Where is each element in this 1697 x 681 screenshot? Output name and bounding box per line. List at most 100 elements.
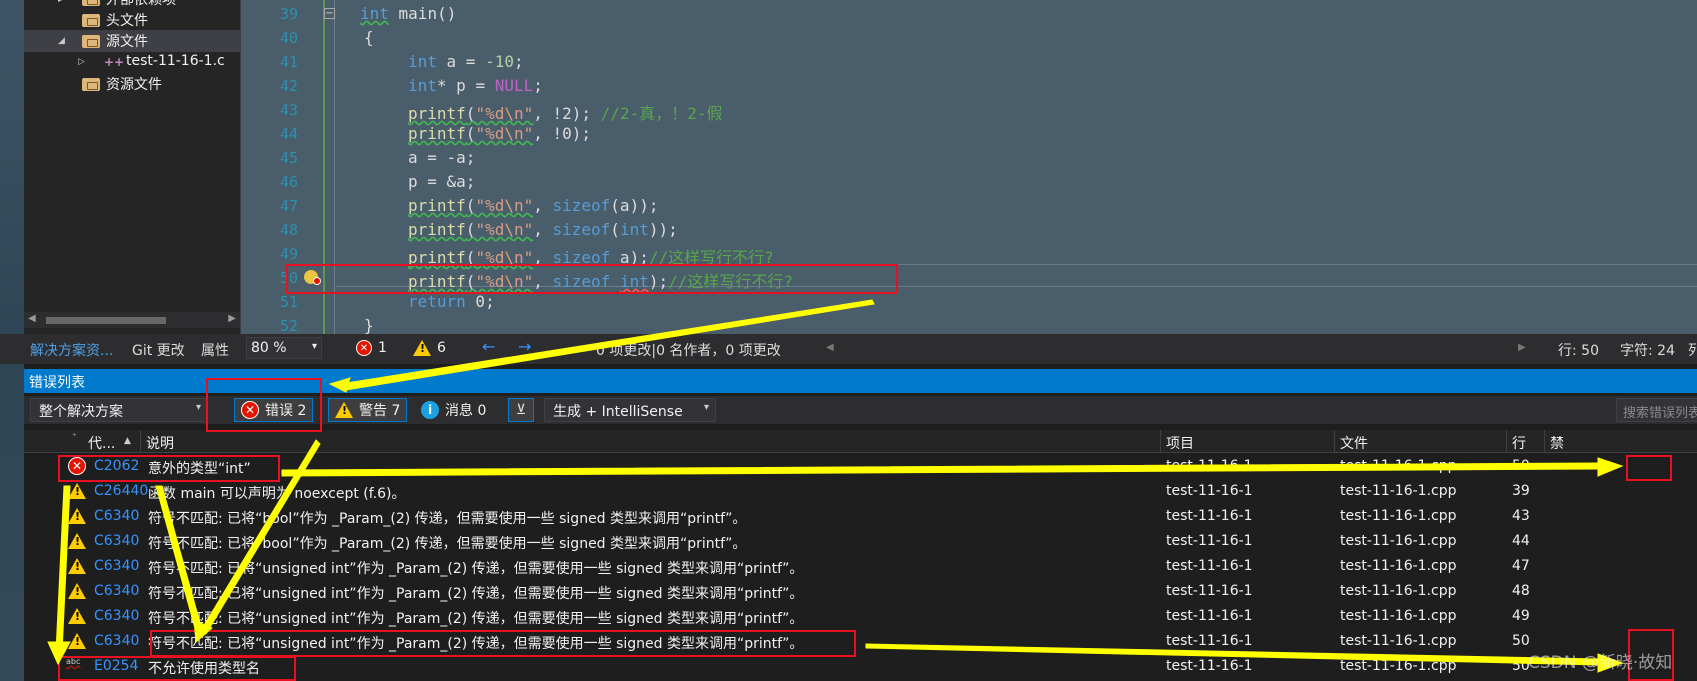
tree-item-source-files[interactable]: ◢ 源文件 <box>24 30 240 52</box>
messages-filter-button[interactable]: i 消息 0 <box>414 398 493 422</box>
error-description: 符号不匹配: 已将“unsigned int”作为 _Param_(2) 传递，… <box>148 636 804 652</box>
warnings-filter-button[interactable]: 警告 7 <box>328 398 408 422</box>
error-search-input[interactable]: 搜索错误列表 <box>1616 398 1697 422</box>
error-project: test-11-16-1 <box>1166 608 1253 624</box>
codelens-changes[interactable]: 0 项更改|0 名作者，0 项更改 <box>596 340 781 360</box>
line-number: 46 <box>279 173 298 191</box>
code-line-51: return 0; <box>408 292 495 311</box>
warning-row[interactable]: C26440 函数 main 可以声明为 noexcept (f.6)。 tes… <box>24 479 1697 504</box>
warning-row[interactable]: C6340 符号不匹配: 已将“bool”作为 _Param_(2) 传递，但需… <box>24 504 1697 529</box>
scroll-right-icon[interactable]: ▶ <box>1518 342 1526 353</box>
error-list-titlebar[interactable]: 错误列表 <box>24 369 1697 393</box>
tab-git-changes[interactable]: Git 更改 <box>132 340 185 360</box>
error-line: 47 <box>1512 558 1530 574</box>
line-number: 42 <box>279 77 298 95</box>
column-header-file[interactable]: 文件 <box>1340 433 1368 453</box>
column-divider[interactable] <box>1506 430 1507 453</box>
code-line-47: printf("%d\n", sizeof(a)); <box>408 196 659 215</box>
column-header-project[interactable]: 项目 <box>1166 433 1194 453</box>
messages-filter-label: 消息 0 <box>445 403 487 419</box>
cpp-file-icon: ++ <box>104 55 125 69</box>
line-number: 50 <box>279 269 298 287</box>
tree-item-header-files[interactable]: 头文件 <box>24 9 240 31</box>
error-code-link[interactable]: E0254 <box>94 658 138 674</box>
collapse-toggle-icon[interactable]: − <box>324 8 335 19</box>
tree-item-source-file[interactable]: ▷ ++ test-11-16-1.c <box>24 52 240 74</box>
solution-explorer-scrollbar[interactable]: ◀ ▶ <box>24 312 240 328</box>
warning-icon <box>68 483 86 499</box>
warning-count-indicator[interactable]: 6 <box>413 340 446 356</box>
error-file: test-11-16-1.cpp <box>1340 558 1457 574</box>
warning-row[interactable]: C6340 符号不匹配: 已将“unsigned int”作为 _Param_(… <box>24 554 1697 579</box>
column-divider[interactable] <box>1544 430 1545 453</box>
error-list-title: 错误列表 <box>29 375 85 391</box>
column-divider[interactable] <box>1160 430 1161 453</box>
outline-guide <box>334 0 335 334</box>
errors-filter-button[interactable]: ✕ 错误 2 <box>234 398 314 422</box>
line-number: 43 <box>279 101 298 119</box>
error-row[interactable]: ✕ C2062 意外的类型“int” test-11-16-1 test-11-… <box>24 454 1697 479</box>
code-line-41: int a = -10; <box>408 52 524 71</box>
error-count-indicator[interactable]: ✕ 1 <box>356 340 387 356</box>
column-header-code[interactable]: 代... <box>88 433 115 453</box>
clear-filter-button[interactable]: ⊻ <box>508 398 534 422</box>
errors-filter-label: 错误 2 <box>265 403 307 419</box>
error-code-link[interactable]: C6340 <box>94 608 139 624</box>
error-code-link[interactable]: C6340 <box>94 633 139 649</box>
change-margin <box>323 0 325 334</box>
error-code-link[interactable]: C6340 <box>94 558 139 574</box>
warning-icon <box>68 633 86 649</box>
column-divider[interactable] <box>140 430 141 453</box>
warning-row[interactable]: C6340 符号不匹配: 已将“unsigned int”作为 _Param_(… <box>24 604 1697 629</box>
tree-item-resource-files[interactable]: 资源文件 <box>24 73 240 95</box>
column-header-description[interactable]: 说明 <box>146 433 174 453</box>
scrollbar-thumb[interactable] <box>46 317 166 324</box>
column-divider[interactable] <box>1334 430 1335 453</box>
error-description: 符号不匹配: 已将“unsigned int”作为 _Param_(2) 传递，… <box>148 611 804 627</box>
code-line-50: printf("%d\n", sizeof int);//这样写行不行? <box>408 272 794 291</box>
error-code-link[interactable]: C6340 <box>94 508 139 524</box>
codelens-caret-icon: ‹ <box>586 340 592 356</box>
column-header-line[interactable]: 行 <box>1512 433 1526 453</box>
nav-forward-icon[interactable]: → <box>518 337 531 356</box>
zoom-dropdown[interactable]: 80 % ▾ <box>246 337 322 359</box>
expand-arrow-icon[interactable]: ▷ <box>78 57 85 67</box>
code-line-49: printf("%d\n", sizeof a);//这样写行不行? <box>408 248 774 267</box>
tab-solution-explorer[interactable]: 解决方案资... <box>30 340 113 360</box>
column-header-suppression[interactable]: 禁 <box>1550 433 1564 453</box>
scroll-left-icon[interactable]: ◀ <box>28 313 36 324</box>
error-project: test-11-16-1 <box>1166 458 1253 474</box>
warning-row[interactable]: C6340 符号不匹配: 已将“bool”作为 _Param_(2) 传递，但需… <box>24 529 1697 554</box>
intellisense-error-row[interactable]: abc E0254 不允许使用类型名 test-11-16-1 test-11-… <box>24 654 1697 679</box>
error-code-link[interactable]: C2062 <box>94 458 139 474</box>
collapse-arrow-icon[interactable]: ◢ <box>58 36 65 46</box>
warning-row[interactable]: C6340 符号不匹配: 已将“unsigned int”作为 _Param_(… <box>24 629 1697 654</box>
error-code-link[interactable]: C6340 <box>94 583 139 599</box>
tab-properties[interactable]: 属性 <box>201 340 229 360</box>
tree-item-label: 外部依赖项 <box>106 0 176 8</box>
scroll-right-icon[interactable]: ▶ <box>228 313 236 324</box>
build-filter-dropdown[interactable]: 生成 + IntelliSense ▾ <box>544 398 716 422</box>
chevron-down-icon: ▾ <box>195 402 201 413</box>
line-number: 39 <box>279 5 298 23</box>
error-line: 50 <box>1512 458 1530 474</box>
error-line: 50 <box>1512 633 1530 649</box>
column-options-icon[interactable]: ⁺ <box>72 432 77 442</box>
error-description: 符号不匹配: 已将“bool”作为 _Param_(2) 传递，但需要使用一些 … <box>148 511 747 527</box>
error-code-link[interactable]: C6340 <box>94 533 139 549</box>
error-code-link[interactable]: C26440 <box>94 483 148 499</box>
error-description: 符号不匹配: 已将“bool”作为 _Param_(2) 传递，但需要使用一些 … <box>148 536 747 552</box>
nav-back-icon[interactable]: ← <box>482 337 495 356</box>
scope-dropdown[interactable]: 整个解决方案 ▾ <box>30 398 208 422</box>
cursor-char: 字符: 24 <box>1620 343 1675 359</box>
csdn-watermark: CSDN @新晓·故知 <box>1528 653 1673 673</box>
error-line: 48 <box>1512 583 1530 599</box>
error-file: test-11-16-1.cpp <box>1340 533 1457 549</box>
scroll-left-icon[interactable]: ◀ <box>826 342 834 353</box>
expand-arrow-icon[interactable]: ▶ <box>58 0 65 4</box>
warning-row[interactable]: C6340 符号不匹配: 已将“unsigned int”作为 _Param_(… <box>24 579 1697 604</box>
tree-item-label: 资源文件 <box>106 77 162 93</box>
warning-count: 6 <box>437 340 446 356</box>
cursor-line: 行: 50 <box>1558 343 1599 359</box>
error-description: 不允许使用类型名 <box>148 661 260 677</box>
